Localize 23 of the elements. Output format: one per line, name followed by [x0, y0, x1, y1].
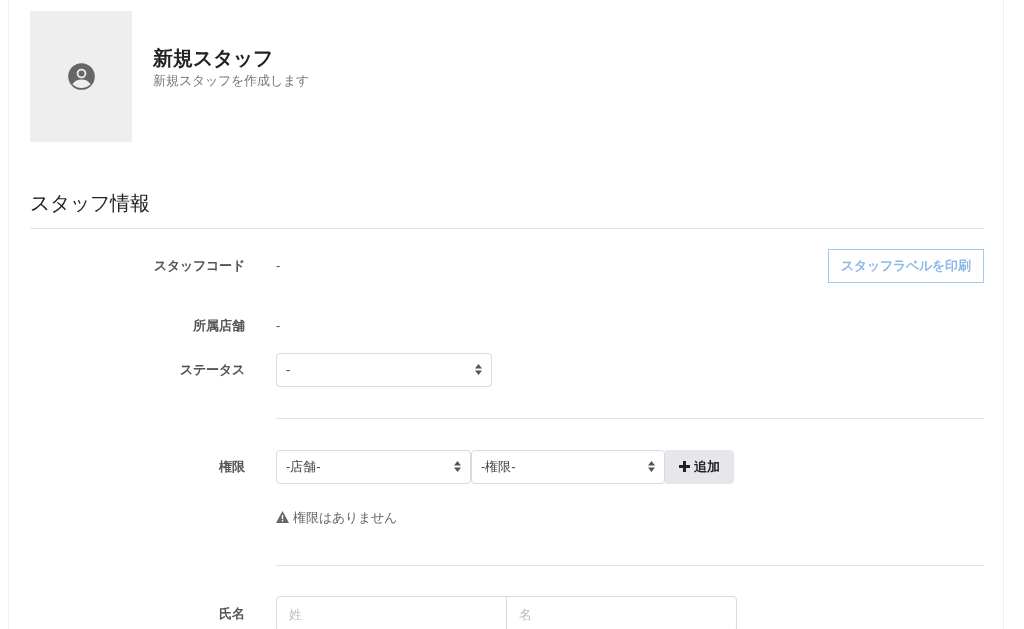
field-label: ステータス — [179, 360, 245, 379]
select-arrows-icon — [475, 364, 482, 375]
first-name-field[interactable]: 名 — [506, 596, 737, 629]
plus-icon — [679, 461, 690, 472]
section-title: スタッフ情報 — [30, 191, 151, 216]
select-arrows-icon — [648, 461, 655, 472]
user-icon — [66, 62, 96, 91]
warning-message: 権限はありません — [293, 508, 397, 527]
field-value: - — [276, 257, 281, 275]
status-select[interactable]: - — [276, 352, 492, 387]
field-label: スタッフコード — [153, 257, 245, 276]
page-title: 新規スタッフ — [153, 45, 274, 71]
role-select[interactable]: -権限- — [471, 449, 665, 484]
select-arrows-icon — [454, 461, 461, 472]
warning-icon — [276, 511, 289, 524]
field-value: - — [276, 316, 281, 335]
store-select[interactable]: -店舗- — [276, 449, 471, 484]
page-subtitle: 新規スタッフを作成します — [153, 71, 309, 90]
add-button[interactable]: 追加 — [665, 449, 734, 484]
field-label: 所属店舗 — [192, 317, 245, 335]
field-label: 氏名 — [218, 605, 245, 623]
field-label: 権限 — [217, 457, 245, 476]
last-name-field[interactable]: 姓 — [276, 596, 507, 629]
